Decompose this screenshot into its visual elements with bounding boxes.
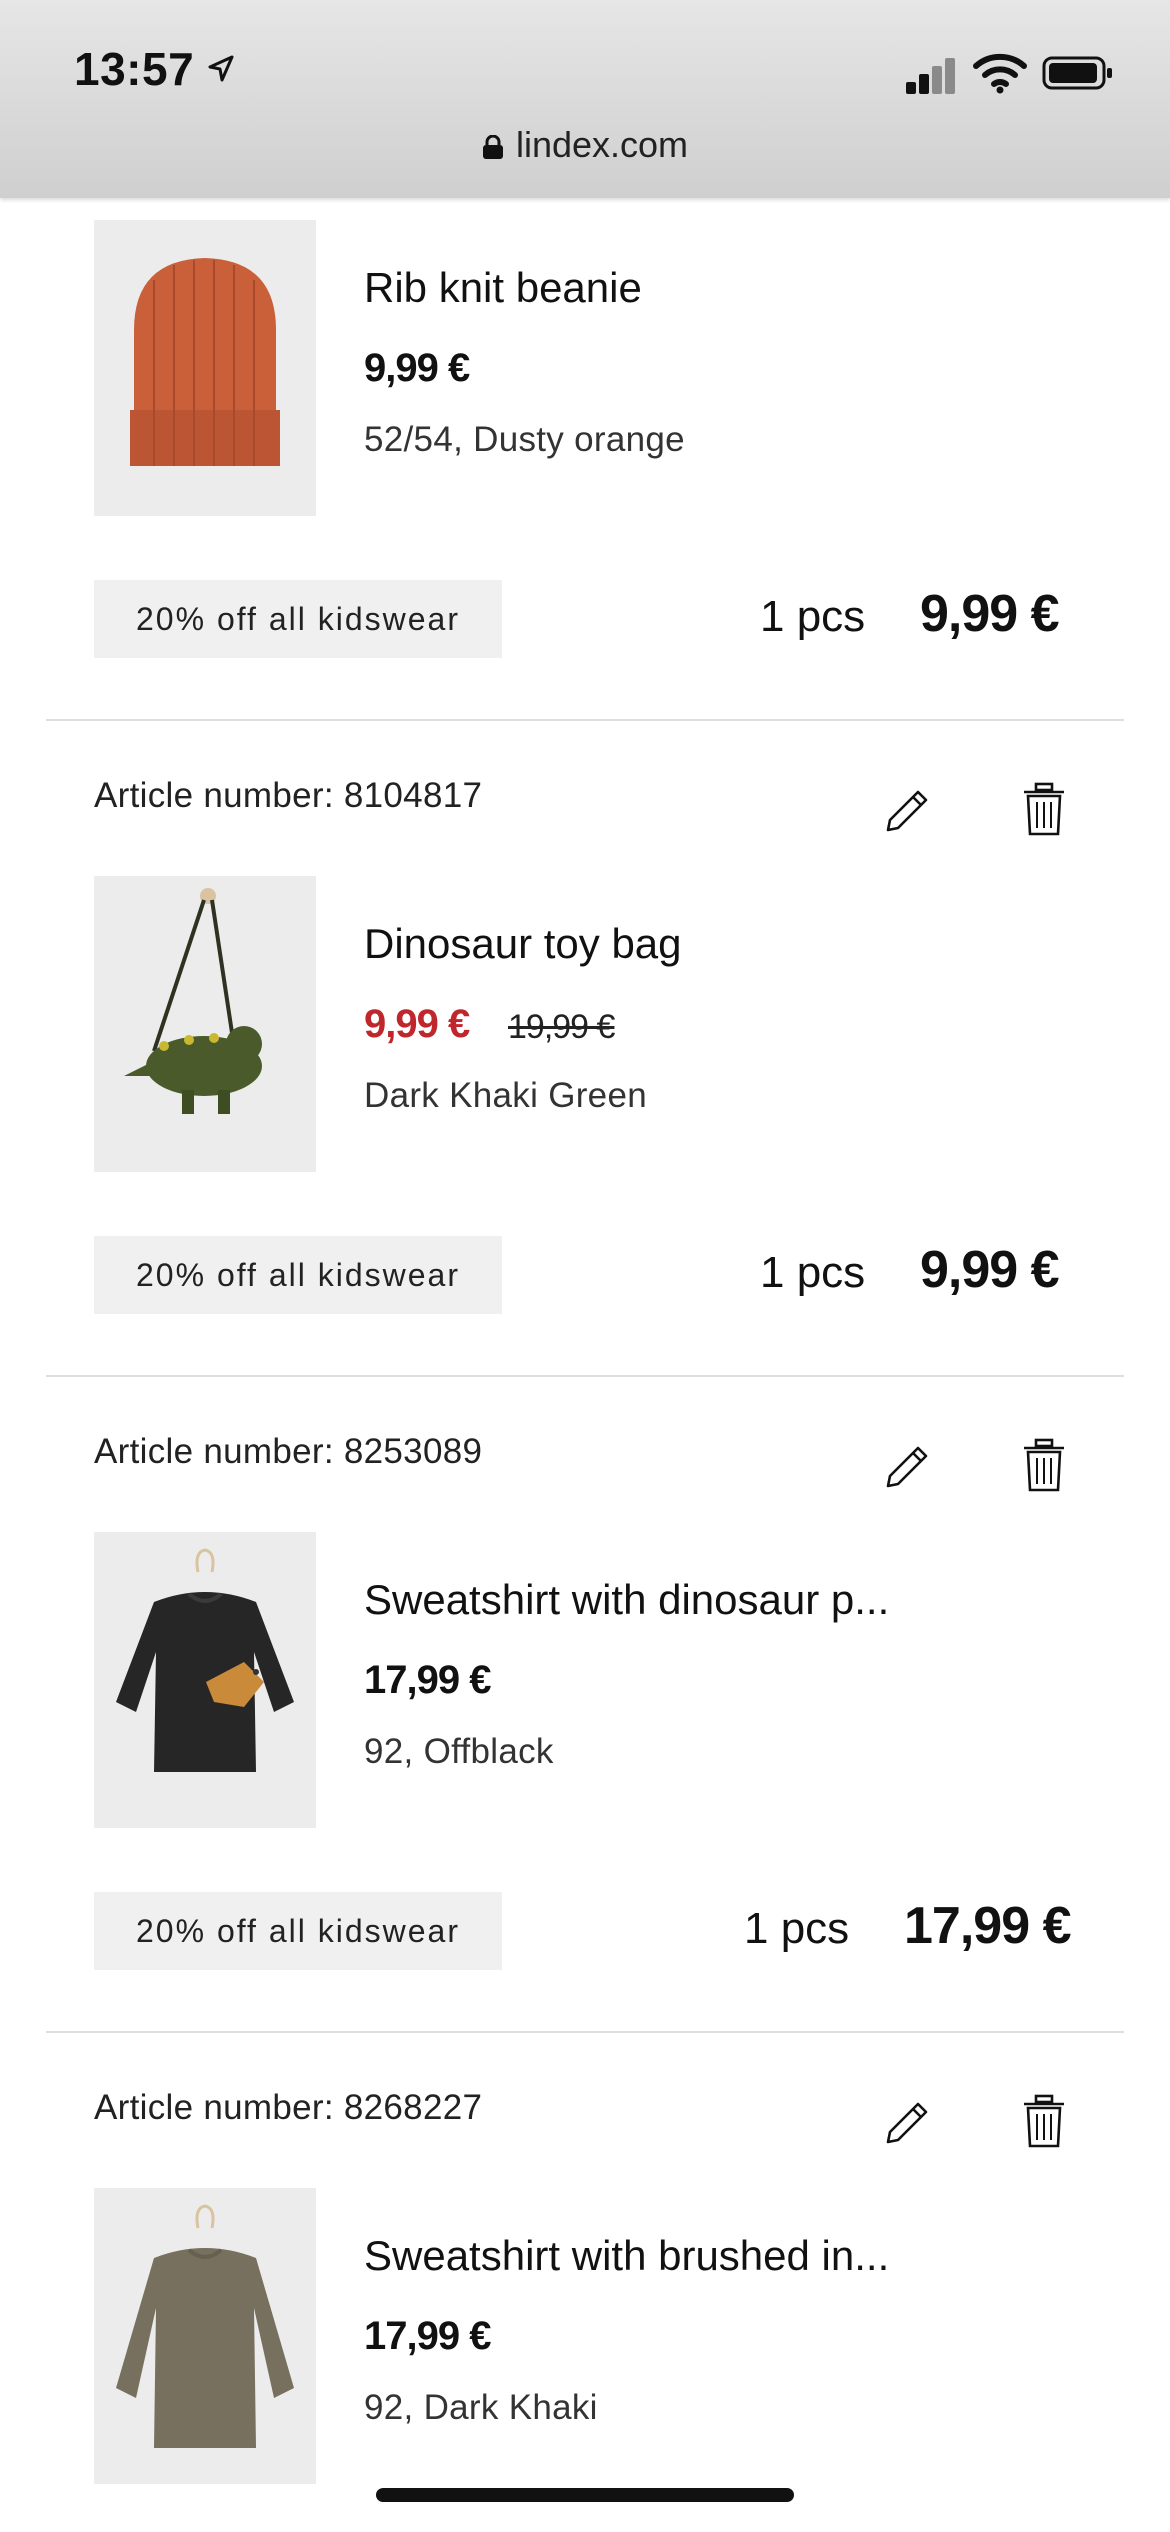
home-indicator[interactable] xyxy=(376,2488,794,2502)
product-name[interactable]: Sweatshirt with dinosaur p... xyxy=(364,1576,889,1624)
product-variant: Dark Khaki Green xyxy=(364,1076,647,1115)
wifi-icon xyxy=(973,53,1027,94)
battery-icon xyxy=(1042,56,1112,90)
location-arrow-icon xyxy=(208,55,234,82)
product-variant: 52/54, Dusty orange xyxy=(364,420,685,459)
status-time: 13:57 xyxy=(74,43,195,95)
black-sweatshirt-image xyxy=(94,1532,316,1828)
promo-badge: 20% off all kidswear xyxy=(94,1892,502,1970)
product-price: 17,99 € xyxy=(364,2314,491,2358)
product-image[interactable] xyxy=(94,220,316,516)
dinosaur-bag-image xyxy=(94,876,316,1172)
product-image[interactable] xyxy=(94,876,316,1172)
item-divider xyxy=(46,1375,1124,1377)
product-name[interactable]: Sweatshirt with brushed in... xyxy=(364,2232,889,2280)
item-divider xyxy=(46,719,1124,721)
article-number: Article number: 8268227 xyxy=(94,2088,483,2127)
product-variant: 92, Offblack xyxy=(364,1732,554,1771)
browser-status-bar: 13:57 lindex.com xyxy=(0,0,1170,198)
article-number: Article number: 8253089 xyxy=(94,1432,483,1471)
quantity[interactable]: 1 pcs xyxy=(744,1904,849,1954)
trash-icon[interactable] xyxy=(1022,1438,1066,1494)
edit-icon[interactable] xyxy=(880,1438,936,1494)
article-number: Article number: 8104817 xyxy=(94,776,483,815)
promo-badge: 20% off all kidswear xyxy=(94,580,502,658)
quantity[interactable]: 1 pcs xyxy=(760,592,865,642)
product-price: 17,99 € xyxy=(364,1658,491,1702)
line-total: 9,99 € xyxy=(920,1241,1060,1299)
address-bar[interactable]: lindex.com xyxy=(0,124,1170,166)
product-price: 9,99 € xyxy=(364,346,470,390)
item-divider xyxy=(46,2031,1124,2033)
trash-icon[interactable] xyxy=(1022,2094,1066,2150)
line-total: 17,99 € xyxy=(904,1897,1071,1955)
url-text: lindex.com xyxy=(515,124,689,165)
quantity[interactable]: 1 pcs xyxy=(760,1248,865,1298)
product-name[interactable]: Rib knit beanie xyxy=(364,264,642,312)
line-total: 9,99 € xyxy=(920,585,1060,643)
trash-icon[interactable] xyxy=(1022,782,1066,838)
product-variant: 92, Dark Khaki xyxy=(364,2388,598,2427)
promo-badge: 20% off all kidswear xyxy=(94,1236,502,1314)
beanie-image xyxy=(94,220,316,516)
original-price: 19,99 € xyxy=(508,1008,615,1046)
product-image[interactable] xyxy=(94,1532,316,1828)
edit-icon[interactable] xyxy=(880,2094,936,2150)
product-image[interactable] xyxy=(94,2188,316,2484)
lock-icon xyxy=(482,135,503,159)
sale-price: 9,99 € xyxy=(364,1002,470,1046)
edit-icon[interactable] xyxy=(880,782,936,838)
cellular-signal-icon xyxy=(906,54,956,94)
khaki-sweatshirt-image xyxy=(94,2188,316,2484)
product-name[interactable]: Dinosaur toy bag xyxy=(364,920,682,968)
